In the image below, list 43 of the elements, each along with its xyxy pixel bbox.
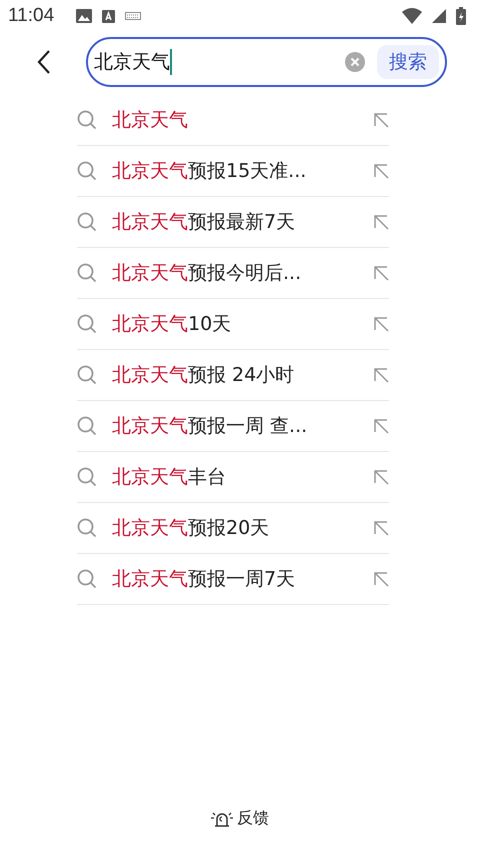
suggestion-text[interactable]: 北京天气预报一周 查...	[112, 413, 358, 439]
search-icon	[77, 416, 97, 436]
alarm-icon[interactable]	[211, 810, 233, 828]
search-icon	[77, 569, 97, 589]
back-icon[interactable]	[36, 49, 52, 75]
fill-in-arrow-icon[interactable]	[373, 265, 389, 281]
suggestion-text[interactable]: 北京天气预报最新7天	[112, 209, 358, 235]
search-button[interactable]: 搜索	[377, 45, 439, 79]
image-icon	[76, 9, 92, 23]
fill-in-arrow-icon[interactable]	[373, 163, 389, 179]
search-icon	[77, 212, 97, 232]
suggestion-text[interactable]: 北京天气预报 24小时	[112, 362, 358, 388]
suggestion-text[interactable]: 北京天气	[112, 107, 358, 133]
search-icon	[77, 365, 97, 385]
search-field[interactable]: 北京天气 搜索	[86, 37, 447, 87]
search-icon	[77, 161, 97, 181]
battery-icon	[456, 7, 466, 25]
suggestion-text[interactable]: 北京天气丰台	[112, 464, 358, 490]
suggestion-text[interactable]: 北京天气预报15天准...	[112, 158, 358, 184]
fill-in-arrow-icon[interactable]	[373, 469, 389, 485]
clear-icon[interactable]	[345, 52, 365, 72]
suggestion-text[interactable]: 北京天气预报一周7天	[112, 566, 358, 592]
fill-in-arrow-icon[interactable]	[373, 214, 389, 230]
fill-in-arrow-icon[interactable]	[373, 571, 389, 587]
suggestion-text[interactable]: 北京天气10天	[112, 311, 358, 337]
wifi-icon	[402, 8, 422, 24]
fill-in-arrow-icon[interactable]	[373, 112, 389, 128]
search-icon	[77, 263, 97, 283]
fill-in-arrow-icon[interactable]	[373, 367, 389, 383]
feedback-link[interactable]: 反馈	[237, 808, 269, 829]
search-icon	[77, 110, 97, 130]
suggestion-text[interactable]: 北京天气预报今明后...	[112, 260, 358, 286]
signal-icon	[432, 9, 446, 23]
fill-in-arrow-icon[interactable]	[373, 520, 389, 536]
suggestion-text[interactable]: 北京天气预报20天	[112, 515, 358, 541]
status-time: 11:04	[8, 5, 54, 27]
fill-in-arrow-icon[interactable]	[373, 418, 389, 434]
search-icon	[77, 518, 97, 538]
fill-in-arrow-icon[interactable]	[373, 316, 389, 332]
keyboard-a-icon	[102, 10, 116, 22]
search-icon	[77, 467, 97, 487]
keyboard-icon	[125, 12, 142, 20]
search-icon	[77, 314, 97, 334]
